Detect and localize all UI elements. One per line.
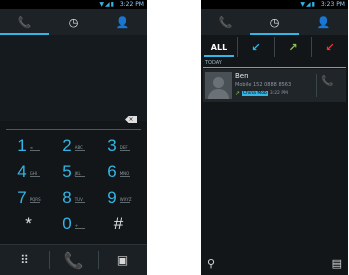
contact-card-icon: ▣ — [116, 253, 129, 267]
key-0[interactable]: 0 + — [51, 211, 96, 236]
filter-missed[interactable]: ↙ — [312, 37, 348, 57]
key-1[interactable]: 1 ∞ — [6, 133, 51, 158]
tab-call-log[interactable]: ◷ — [250, 9, 299, 35]
call-filter-bar: ALL ↙ ↗ ↙ — [201, 37, 348, 57]
phone-icon: 📞 — [17, 15, 32, 29]
call-button[interactable]: 📞 — [49, 245, 98, 275]
status-time: 3:22 PM — [119, 1, 144, 8]
divider — [316, 74, 317, 97]
outgoing-icon: ↗ — [235, 90, 241, 97]
status-icons: ▼◢▮ — [300, 1, 316, 8]
filter-outgoing[interactable]: ↗ — [275, 37, 312, 57]
digits-display[interactable] — [0, 35, 147, 121]
tab-bar: 📞 ◷ 👤 — [201, 9, 348, 35]
contacts-icon: 👤 — [115, 15, 130, 29]
phone-icon: 📞 — [218, 15, 233, 29]
tab-contacts[interactable]: 👤 — [299, 9, 348, 35]
dialer-screen: ▼◢▮ 3:22 PM 📞 ◷ 👤 × 1 ∞ 2 ABC 3 DEF 4 GHI 5J… — [0, 0, 147, 275]
contact-number: Mobile 152 0888 8563 — [235, 82, 292, 88]
call-log-entry[interactable]: Ben Mobile 152 0888 8563 ↗ China Mob 3:2… — [203, 69, 346, 102]
incoming-icon: ↙ — [251, 40, 261, 54]
status-bar: ▼◢▮ 3:22 PM — [0, 0, 147, 9]
call-meta: ↗ China Mob 3:22 PM — [235, 90, 288, 97]
clock-icon: ◷ — [269, 15, 280, 29]
status-bar: ▼◢▮ 3:23 PM — [201, 0, 348, 9]
key-3[interactable]: 3 DEF — [96, 133, 141, 158]
section-header: TODAY — [203, 59, 346, 68]
key-star[interactable]: * — [6, 211, 51, 236]
key-5[interactable]: 5 JKL — [51, 159, 96, 184]
sim-badge: China Mob — [242, 91, 268, 96]
dialpad-menu-button[interactable]: ⠿ — [0, 245, 49, 275]
contact-name: Ben — [235, 72, 249, 80]
add-contact-button[interactable]: ▣ — [98, 245, 147, 275]
key-7[interactable]: 7 PQRS — [6, 185, 51, 210]
grid-icon: ⠿ — [20, 253, 29, 267]
key-4[interactable]: 4 GHI — [6, 159, 51, 184]
filter-all[interactable]: ALL — [201, 37, 238, 57]
key-hash[interactable]: # — [96, 211, 141, 236]
call-time: 3:22 PM — [269, 91, 288, 96]
key-2[interactable]: 2 ABC — [51, 133, 96, 158]
phone-icon: 📞 — [321, 76, 334, 87]
divider — [6, 129, 141, 130]
outgoing-icon: ↗ — [288, 40, 298, 54]
key-6[interactable]: 6 MNO — [96, 159, 141, 184]
status-time: 3:23 PM — [320, 1, 345, 8]
search-icon[interactable]: ⚲ — [207, 257, 215, 270]
phone-icon: 📞 — [63, 250, 84, 270]
key-8[interactable]: 8 TUV — [51, 185, 96, 210]
call-log-screen: ▼◢▮ 3:23 PM 📞 ◷ 👤 ALL ↙ ↗ ↙ TODAY Ben Mo… — [201, 0, 348, 275]
dialer-action-bar: ⠿ 📞 ▣ — [0, 244, 147, 275]
tab-bar: 📞 ◷ 👤 — [0, 9, 147, 35]
missed-icon: ↙ — [325, 40, 335, 54]
tab-dialer[interactable]: 📞 — [201, 9, 250, 35]
filter-incoming[interactable]: ↙ — [238, 37, 275, 57]
tab-contacts[interactable]: 👤 — [98, 9, 147, 35]
contacts-icon: 👤 — [316, 15, 331, 29]
status-icons: ▼◢▮ — [99, 1, 115, 8]
clock-icon: ◷ — [68, 15, 79, 29]
call-log-action-bar: ⚲ ▤ — [201, 253, 348, 275]
avatar[interactable] — [205, 72, 232, 99]
menu-icon[interactable]: ▤ — [332, 257, 342, 270]
tab-dialer[interactable]: 📞 — [0, 9, 49, 35]
tab-call-log[interactable]: ◷ — [49, 9, 98, 35]
call-back-button[interactable]: 📞 — [321, 76, 333, 87]
key-9[interactable]: 9 WXYZ — [96, 185, 141, 210]
